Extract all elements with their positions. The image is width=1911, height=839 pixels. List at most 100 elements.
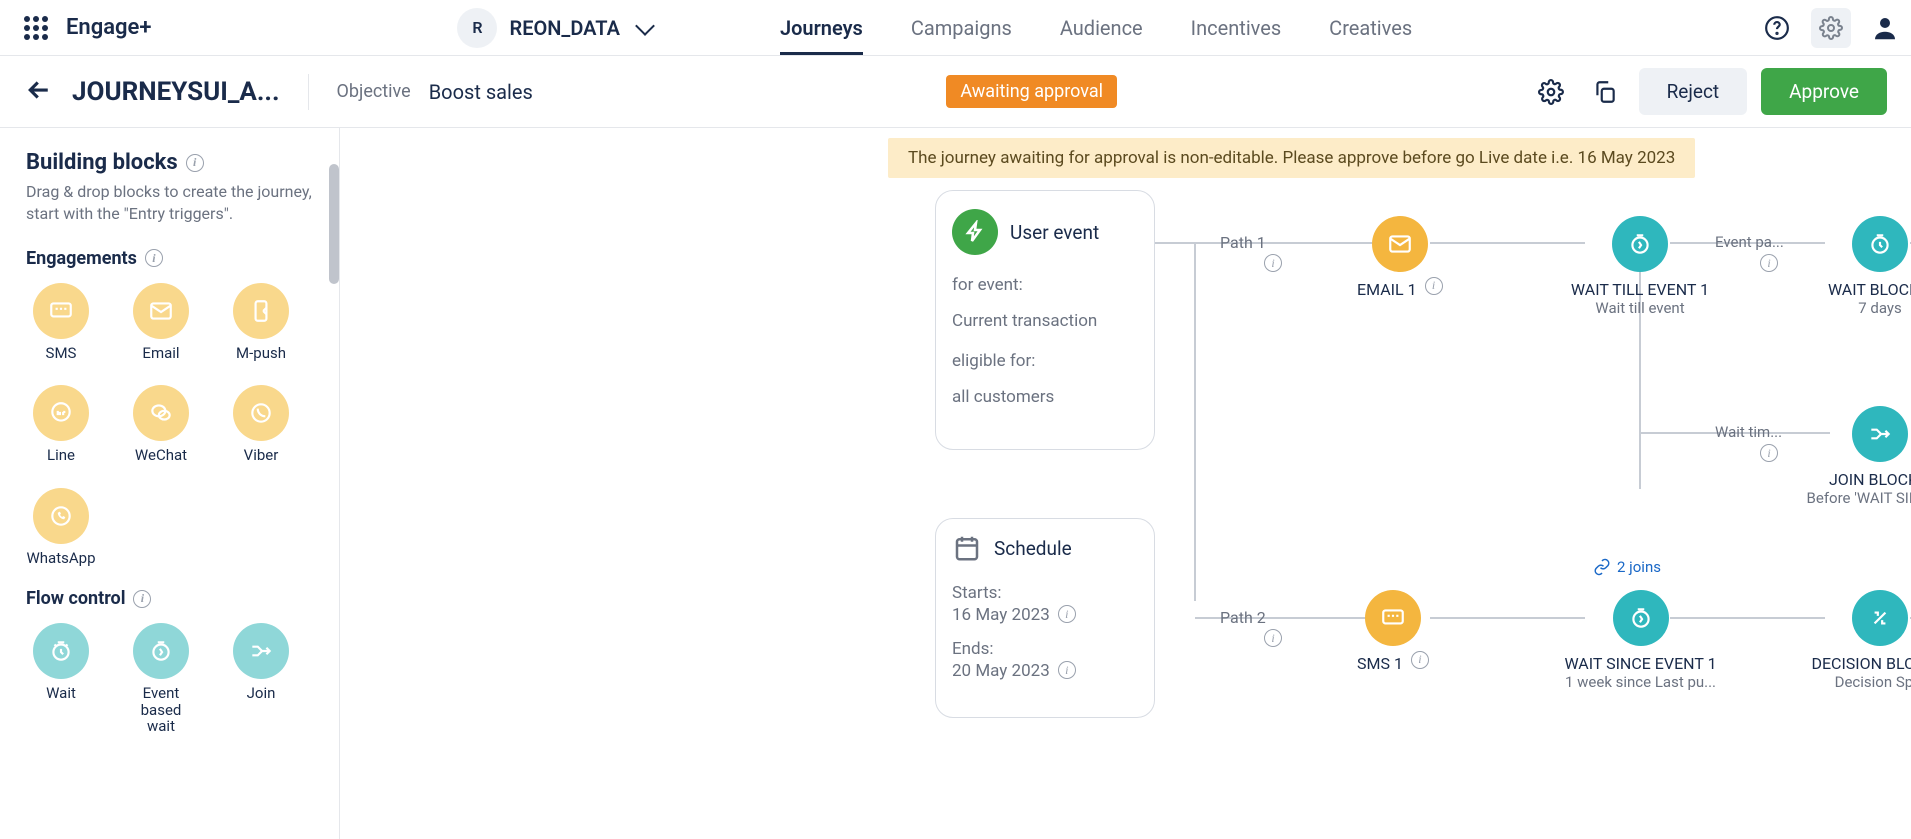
- objective-value: Boost sales: [429, 80, 533, 104]
- sidebar-scrollbar[interactable]: [329, 128, 339, 839]
- node-sublabel: Before 'WAIT SINCE ...: [1807, 489, 1911, 507]
- block-wechat[interactable]: WeChat: [126, 385, 196, 464]
- help-icon[interactable]: [1757, 8, 1797, 48]
- journey-settings-icon[interactable]: [1531, 72, 1571, 112]
- block-label: Event based wait: [126, 685, 196, 735]
- nav-creatives[interactable]: Creatives: [1329, 2, 1412, 54]
- block-whatsapp[interactable]: WhatsApp: [26, 488, 96, 567]
- block-label: WeChat: [135, 447, 187, 464]
- node-wait-till-event[interactable]: WAIT TILL EVENT 1 Wait till event: [1555, 216, 1725, 317]
- bolt-icon: [952, 209, 998, 255]
- chevron-down-icon: [635, 16, 655, 36]
- starts-value: 16 May 2023: [952, 605, 1050, 625]
- node-wait-block[interactable]: WAIT BLOCK 1 7 days: [1800, 216, 1911, 317]
- node-sms1[interactable]: SMS 1 i: [1357, 590, 1429, 673]
- node-sublabel: Wait till event: [1595, 299, 1684, 317]
- journey-name: JOURNEYSUI_A...: [72, 77, 280, 107]
- nav-journeys[interactable]: Journeys: [780, 2, 863, 54]
- workspace-avatar: R: [457, 8, 497, 48]
- node-label: DECISION BLOCK 1: [1811, 654, 1911, 673]
- node-label: WAIT SINCE EVENT 1: [1564, 654, 1716, 673]
- node-decision[interactable]: DECISION BLOCK 1 Decision Split: [1790, 590, 1911, 691]
- ends-value: 20 May 2023: [952, 661, 1050, 681]
- node-sublabel: 1 week since Last pu...: [1565, 673, 1716, 691]
- nav-incentives[interactable]: Incentives: [1191, 2, 1282, 54]
- join-link-label: 2 joins: [1617, 558, 1661, 576]
- path2-label: Path 2: [1220, 608, 1266, 627]
- eligible-value: all customers: [952, 387, 1138, 407]
- info-icon[interactable]: i: [1264, 629, 1282, 647]
- approval-banner: The journey awaiting for approval is non…: [888, 138, 1695, 178]
- block-join[interactable]: Join: [226, 623, 296, 735]
- node-email1[interactable]: EMAIL 1 i: [1357, 216, 1443, 299]
- block-sms[interactable]: SMS: [26, 283, 96, 362]
- flow-heading: Flow control: [26, 588, 125, 609]
- block-label: SMS: [46, 345, 77, 362]
- sidebar-description: Drag & drop blocks to create the journey…: [26, 181, 313, 226]
- block-label: WhatsApp: [26, 550, 95, 567]
- schedule-title: Schedule: [994, 537, 1072, 560]
- ends-label: Ends:: [952, 639, 1138, 659]
- block-label: Join: [247, 685, 276, 702]
- sidebar: Building blocks i Drag & drop blocks to c…: [0, 128, 340, 839]
- workspace-selector[interactable]: R REON_DATA: [457, 8, 651, 48]
- block-line[interactable]: Line: [26, 385, 96, 464]
- block-viber[interactable]: Viber: [226, 385, 296, 464]
- node-label: WAIT BLOCK 1: [1828, 280, 1911, 299]
- block-mpush[interactable]: M-push: [226, 283, 296, 362]
- brand-name: Engage+: [66, 15, 151, 40]
- block-email[interactable]: Email: [126, 283, 196, 362]
- settings-icon[interactable]: [1811, 8, 1851, 48]
- node-sublabel: 7 days: [1858, 299, 1902, 317]
- objective-label: Objective: [337, 81, 411, 102]
- engagements-heading: Engagements: [26, 248, 137, 269]
- node-label: EMAIL 1: [1357, 280, 1417, 299]
- node-wait-since-event[interactable]: WAIT SINCE EVENT 1 1 week since Last pu.…: [1548, 590, 1733, 691]
- nav-audience[interactable]: Audience: [1060, 2, 1143, 54]
- sidebar-title: Building blocks: [26, 150, 178, 175]
- info-icon[interactable]: i: [1760, 254, 1778, 272]
- info-icon[interactable]: i: [186, 154, 204, 172]
- block-label: Wait: [46, 685, 76, 702]
- node-label: JOIN BLOCK 2: [1829, 470, 1911, 489]
- for-event-label: for event:: [952, 275, 1138, 295]
- block-label: Line: [47, 447, 75, 464]
- info-icon[interactable]: i: [1264, 254, 1282, 272]
- workspace-name: REON_DATA: [509, 16, 619, 40]
- info-icon[interactable]: i: [145, 249, 163, 267]
- block-wait[interactable]: Wait: [26, 623, 96, 735]
- block-label: M-push: [236, 345, 286, 362]
- for-event-value: Current transaction: [952, 311, 1138, 331]
- profile-icon[interactable]: [1865, 8, 1905, 48]
- node-join-block2[interactable]: JOIN BLOCK 2 Before 'WAIT SINCE ...: [1790, 406, 1911, 507]
- journey-canvas[interactable]: The journey awaiting for approval is non…: [340, 128, 1911, 839]
- block-label: Viber: [244, 447, 279, 464]
- starts-label: Starts:: [952, 583, 1138, 603]
- node-sublabel: Decision Split: [1835, 673, 1911, 691]
- calendar-icon: [952, 533, 982, 563]
- schedule-card[interactable]: Schedule Starts: 16 May 2023 i Ends: 20 M…: [935, 518, 1155, 718]
- user-event-card[interactable]: User event for event: Current transactio…: [935, 190, 1155, 450]
- info-icon[interactable]: i: [1058, 661, 1076, 679]
- main-nav: Journeys Campaigns Audience Incentives C…: [780, 2, 1412, 54]
- reject-button[interactable]: Reject: [1639, 68, 1748, 115]
- info-icon[interactable]: i: [133, 590, 151, 608]
- nav-campaigns[interactable]: Campaigns: [911, 2, 1012, 54]
- approve-button[interactable]: Approve: [1761, 68, 1887, 115]
- back-arrow-icon[interactable]: [24, 75, 54, 109]
- block-event-wait[interactable]: Event based wait: [126, 623, 196, 735]
- status-badge: Awaiting approval: [946, 75, 1117, 108]
- edge-wait-time: Wait tim...: [1715, 423, 1782, 441]
- user-event-title: User event: [1010, 221, 1099, 244]
- info-icon[interactable]: i: [1058, 605, 1076, 623]
- info-icon[interactable]: i: [1760, 444, 1778, 462]
- block-label: Email: [142, 345, 179, 362]
- apps-menu-icon[interactable]: [24, 16, 48, 40]
- join-link-two[interactable]: 2 joins: [1593, 558, 1661, 576]
- info-icon[interactable]: i: [1411, 651, 1429, 669]
- path1-label: Path 1: [1220, 233, 1266, 252]
- node-label: SMS 1: [1357, 654, 1403, 673]
- info-icon[interactable]: i: [1425, 277, 1443, 295]
- edge-event-path: Event pa...: [1715, 233, 1784, 251]
- copy-icon[interactable]: [1585, 72, 1625, 112]
